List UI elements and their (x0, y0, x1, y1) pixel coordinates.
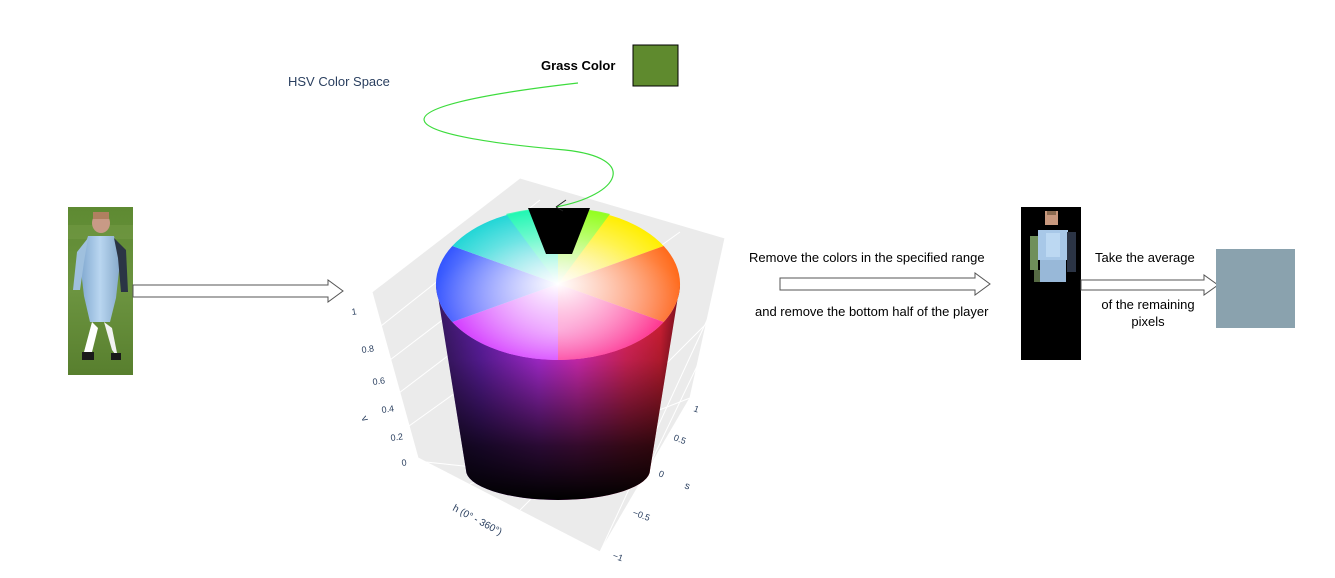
s-tick-neg-1: −1 (611, 550, 624, 563)
remove-colors-text: Remove the colors in the specified range (749, 250, 985, 265)
s-axis-label: s (683, 480, 691, 492)
player-photo (68, 207, 133, 375)
h-axis-label: h (0° - 360°) (451, 503, 504, 538)
pixels-text: pixels (1131, 314, 1165, 329)
v-axis-label: v (358, 414, 370, 424)
v-tick-0.6: 0.6 (372, 375, 386, 387)
v-tick-0.4: 0.4 (381, 403, 395, 415)
v-tick-0.2: 0.2 (390, 431, 404, 443)
plot-title: HSV Color Space (288, 74, 390, 89)
result-swatch (1216, 249, 1295, 328)
v-tick-1: 1 (351, 306, 357, 317)
s-tick-0.5: 0.5 (672, 432, 687, 446)
v-tick-0: 0 (401, 457, 407, 468)
s-tick-neg-0.5: −0.5 (631, 507, 651, 522)
remove-bottom-half-text: and remove the bottom half of the player (755, 304, 989, 319)
arrow-icon (1080, 274, 1219, 296)
take-average-text: Take the average (1095, 250, 1195, 265)
hsv-cylinder (435, 207, 681, 500)
grass-swatch (632, 44, 679, 87)
s-tick-1: 1 (692, 403, 700, 414)
v-tick-0.8: 0.8 (361, 343, 375, 355)
remaining-text: of the remaining (1101, 297, 1194, 312)
grass-color-label: Grass Color (541, 58, 615, 73)
diagram-canvas: 0 0.2 0.4 0.6 0.8 1 v 1 0.5 0 −0.5 −1 s … (68, 44, 1295, 563)
masked-player-photo (1021, 207, 1081, 360)
s-tick-0: 0 (657, 468, 665, 479)
arrow-icon (779, 272, 991, 296)
arrow-icon (132, 279, 344, 303)
